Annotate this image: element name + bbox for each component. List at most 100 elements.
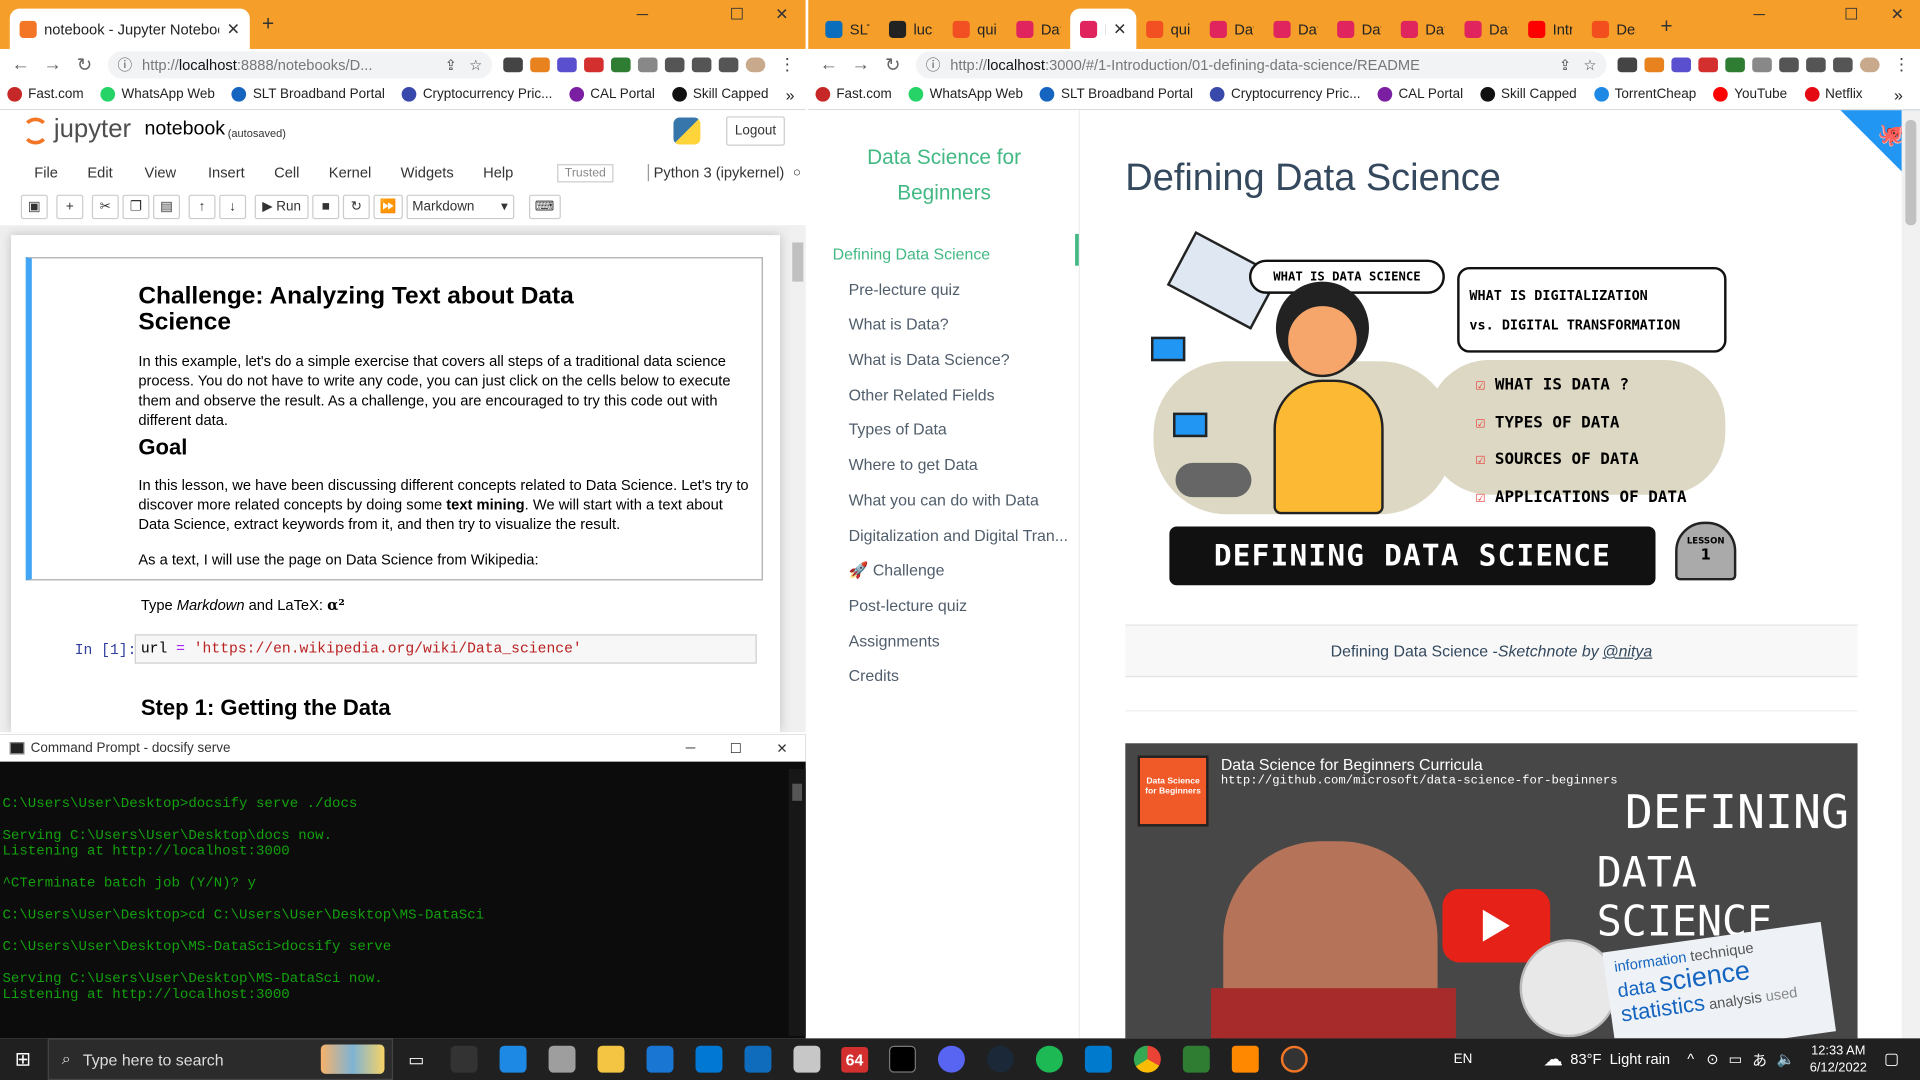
run-button[interactable]: ▶ Run [254,194,309,219]
menu-kebab-icon[interactable]: ⋮ [1893,54,1910,75]
bookmark-item[interactable]: Skill Capped [1480,86,1577,102]
app-icon[interactable] [744,1045,771,1073]
bookmark-item[interactable]: Skill Capped [672,86,769,102]
paste-icon[interactable]: ▤ [153,194,181,219]
tab-item[interactable]: D✕ [1070,8,1137,49]
media-icon[interactable] [1806,56,1826,72]
windows-start-icon[interactable]: ⊞ [15,1047,31,1071]
jupyter-logo-text[interactable]: jupyter [54,115,131,144]
extension-icon[interactable] [637,56,658,72]
tab-item[interactable]: Data [1455,9,1519,49]
restart-icon[interactable]: ↻ [342,194,370,219]
sidebar-item[interactable]: Pre-lecture quiz [833,273,1068,308]
notification-icon[interactable]: ▢ [1884,1049,1899,1069]
file-explorer-icon[interactable] [597,1045,625,1073]
jupyter-taskbar-icon[interactable] [1280,1045,1308,1073]
youtube-play-button[interactable] [1442,888,1551,963]
add-cell-icon[interactable]: + [56,194,84,219]
reload-icon[interactable]: ↻ [877,53,909,75]
notebook-name[interactable]: notebook [144,119,225,141]
maximize-icon[interactable]: ☐ [1844,5,1858,25]
bookmark-item[interactable]: CAL Portal [1377,86,1463,102]
menu-kebab-icon[interactable]: ⋮ [779,54,796,75]
trusted-badge[interactable]: Trusted [557,163,614,182]
copy-icon[interactable]: ❐ [122,194,150,219]
steam-icon[interactable] [987,1045,1015,1073]
tray-chevron-icon[interactable]: ^ [1687,1051,1694,1068]
save-icon[interactable]: ▣ [20,194,48,219]
cut-icon[interactable]: ✂ [91,194,119,219]
tab-item[interactable]: Data [1264,9,1328,49]
bookmark-item[interactable]: WhatsApp Web [100,86,215,102]
puzzle-icon[interactable] [1779,56,1799,72]
avatar[interactable] [745,56,766,72]
tab-item[interactable]: SLT I [816,9,880,49]
minimize-icon[interactable]: ─ [1753,5,1764,23]
sidebar-item[interactable]: Credits [833,659,1068,694]
cmd-output[interactable]: C:\Users\User\Desktop>docsify serve ./do… [2,796,484,1003]
bookmark-item[interactable]: CAL Portal [569,86,655,102]
close-tab-icon[interactable]: ✕ [1106,19,1126,39]
markdown-cell-selected[interactable]: Challenge: Analyzing Text about Data Sci… [25,257,763,581]
jupyter-logo-icon[interactable] [22,117,49,145]
share-icon[interactable]: ⇪ [445,56,457,73]
url-input[interactable]: ⓘ http://localhost:3000/#/1-Introduction… [915,50,1607,78]
close-window-icon[interactable]: ✕ [1891,5,1904,25]
weather-text[interactable]: 83°F Light rain [1570,1051,1670,1068]
sidebar-item[interactable]: Other Related Fields [833,378,1068,413]
menu-insert[interactable]: Insert [208,164,245,181]
close-tab-icon[interactable]: ✕ [219,19,240,39]
code-cell-input[interactable]: url = 'https://en.wikipedia.org/wiki/Dat… [134,634,757,664]
menu-view[interactable]: View [145,164,177,181]
extension-icon[interactable] [557,56,577,72]
cmd-scrollbar[interactable] [788,768,806,1036]
metamask-icon[interactable] [1644,56,1665,72]
maximize-icon[interactable]: ☐ [730,5,744,25]
media-icon[interactable] [691,56,712,72]
bookmark-item[interactable]: Fast.com [815,86,892,102]
bookmark-item[interactable]: Cryptocurrency Pric... [402,86,552,102]
restart-run-all-icon[interactable]: ⏩ [373,194,403,219]
vscode-icon[interactable] [1085,1045,1112,1073]
cell-type-select[interactable]: Markdown ▾ [406,194,514,219]
tray-icon[interactable]: ▭ [1729,1051,1743,1068]
sidebar-item[interactable]: 🚀 Challenge [833,554,1068,589]
extension-icon[interactable] [611,56,631,72]
app-icon[interactable] [450,1045,478,1073]
sidepanel-icon[interactable] [1833,56,1853,72]
extension-icon[interactable] [503,56,523,72]
video-title[interactable]: Data Science for Beginners Curricula [1221,756,1483,774]
maximize-icon[interactable]: ☐ [730,740,742,756]
tab-item[interactable]: Data [1391,9,1455,49]
app-icon[interactable] [548,1045,576,1073]
extension-icon[interactable] [1617,56,1638,72]
tab-item[interactable]: quiz [943,9,1007,49]
tab-item[interactable]: Desi [1582,9,1646,49]
forward-icon[interactable]: → [37,54,69,75]
logout-button[interactable]: Logout [726,116,785,146]
tray-icon[interactable]: ⊙ [1706,1051,1718,1068]
app-icon[interactable] [793,1045,820,1073]
extension-icon[interactable] [1671,56,1692,72]
back-icon[interactable]: ← [813,54,845,75]
bookmark-item[interactable]: SLT Broadband Portal [1040,86,1193,102]
back-icon[interactable]: ← [5,54,37,75]
extension-icon[interactable] [1725,56,1745,72]
close-window-icon[interactable]: ✕ [775,5,788,25]
spotify-icon[interactable] [1036,1045,1063,1073]
bookmark-item[interactable]: Netflix [1804,86,1863,102]
tab-item[interactable]: Data [1327,9,1391,49]
tab-item[interactable]: Intro [1518,9,1582,49]
bookmark-item[interactable]: TorrentCheap [1593,86,1696,102]
bookmark-item[interactable]: SLT Broadband Portal [232,86,385,102]
site-title[interactable]: Data Science for Beginners [808,140,1080,211]
share-icon[interactable]: ⇪ [1559,56,1571,73]
menu-help[interactable]: Help [483,164,513,181]
reload-icon[interactable]: ↻ [69,53,101,75]
new-tab-icon[interactable]: + [1660,15,1672,39]
tab-jupyter[interactable]: notebook - Jupyter Notebook ✕ [9,8,250,49]
video-thumbnail[interactable]: Data Science for Beginners Data Science … [1125,743,1858,1039]
terminal-icon[interactable] [889,1045,917,1073]
minimize-icon[interactable]: ─ [686,741,696,756]
more-bookmarks-icon[interactable]: » [786,85,795,103]
